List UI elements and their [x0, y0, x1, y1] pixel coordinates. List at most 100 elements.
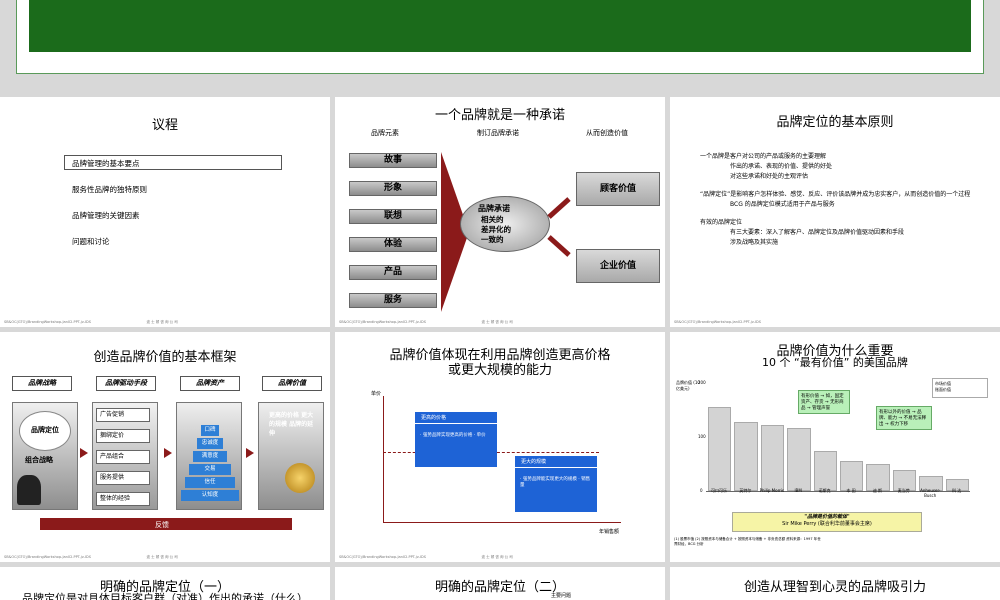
tangible-callout: 有形价值 → 如，固定资产、存货 → 无形商品 → 管理声誉 — [798, 390, 850, 414]
slide-value-framework[interactable]: 创造品牌价值的基本框架 品牌战略 品牌驱动手段 品牌资产 品牌价值 品牌定位 组… — [0, 332, 330, 562]
arrow-icon — [246, 448, 254, 458]
box-head: 更高的价格 — [415, 412, 497, 424]
x-axis-label: 年销售额 — [599, 529, 620, 535]
slide-agenda[interactable]: 议程 品牌管理的基本要点 服务性品牌的独特原则 品牌管理的关键因素 问题和讨论 … — [0, 97, 330, 327]
sub-label: 主要问题 — [551, 593, 572, 599]
slide-title: 议程 — [151, 118, 178, 133]
driver-item: 广告促销 — [96, 408, 150, 422]
chart-bar — [734, 422, 758, 491]
footer: SB&OC(GTO)/BrandingWorkshop-Jan02.PPT-jv… — [339, 320, 513, 324]
col-head: 品牌元素 — [371, 129, 399, 137]
agenda-item: 品牌管理的基本要点 — [72, 159, 140, 168]
bullet: 作出的承诺、表现的价值、提供的好处 — [730, 163, 833, 170]
slide-title: 一个品牌就是一种承诺 — [434, 108, 565, 123]
col-head: 制订品牌承诺 — [477, 129, 519, 137]
slide-brand-value-chart[interactable]: 品牌价值为什么重要 10 个 “最有价值” 的美国品牌 品牌价值 (10 亿美元… — [670, 332, 1000, 562]
element-box: 服务 — [349, 293, 437, 308]
higher-price-box: 更高的价格 · 强势品牌实现更高的价格 · 单价 — [415, 412, 497, 467]
driver-item: 服务提供 — [96, 471, 150, 485]
arrow-icon — [80, 448, 88, 458]
enterprise-value-box: 企业价值 — [576, 249, 660, 283]
element-box: 联想 — [349, 209, 437, 224]
footer: SB&OC(GTO)/BrandingWorkshop-Jan02.PPT-jv… — [339, 555, 513, 559]
cloud: 品牌定位 — [19, 411, 71, 451]
chart-bar — [813, 450, 837, 491]
quote-by: Sir Mike Perry (联合利华前董事会主席) — [782, 521, 872, 527]
slide-subtitle: 品牌定位是对具体目标客户群（对准）作出的承诺（什么） — [22, 592, 308, 600]
slide-positioning-principles[interactable]: 品牌定位的基本原则 一个品牌是客户对公司的产品或服务的主要理解 作出的承诺、表现… — [670, 97, 1000, 327]
pyramid-level: 认知度 — [181, 490, 239, 501]
tick-label: 0 — [700, 488, 703, 493]
bullet: BCG 的品牌定位模式适用于产品与服务 — [730, 201, 835, 208]
bullet: 有三大要素：深入了解客户、品牌定位及品牌价值驱动因素和手段 — [730, 229, 905, 236]
box-head: 更大的规模 — [515, 456, 597, 468]
footer: SB&OC(GTO)/BrandingWorkshop-Jan02.PPT-jv… — [4, 555, 178, 559]
text-block: 一个品牌是客户对公司的产品或服务的主要理解 作出的承诺、表现的价值、提供的好处 … — [700, 152, 990, 248]
value-text: 更高的价格 更大的规模 品牌的延伸 — [269, 412, 314, 437]
agenda-item: 品牌管理的关键因素 — [72, 211, 140, 220]
assets-panel: 口碑 忠诚度 满意度 交易 信任 认知度 — [176, 402, 242, 510]
tick-label: 100 — [698, 434, 706, 439]
oval-item: 一致的 — [481, 235, 504, 244]
oval-title: 品牌承诺 — [478, 204, 510, 213]
tick-label: 200 — [698, 380, 706, 385]
pyramid-level: 忠诚度 — [197, 438, 223, 449]
slide-title: 明确的品牌定位（二） — [434, 580, 565, 595]
bullet: 涉及战略及其实施 — [730, 239, 779, 246]
bullet: 对这些承诺和好处的主观评估 — [730, 173, 809, 180]
slide-title: 创造品牌价值的基本框架 — [93, 350, 237, 365]
value-panel: 更高的价格 更大的规模 品牌的延伸 — [258, 402, 324, 510]
box-text: · 强势品牌能实现更大的规模 · 销售量 — [520, 477, 591, 488]
y-axis — [383, 396, 384, 522]
strategy-panel: 品牌定位 组合战略 — [12, 402, 78, 510]
value-arrows — [547, 197, 571, 257]
driver-item: 捆绑定价 — [96, 429, 150, 443]
slide-title: 品牌定位的基本原则 — [776, 115, 894, 130]
driver-item: 产品组合 — [96, 450, 150, 464]
head-drivers: 品牌驱动手段 — [96, 376, 156, 391]
slide-brand-promise[interactable]: 一个品牌就是一种承诺 品牌元素 制订品牌承诺 从而创造价值 故事 形象 联想 体… — [335, 97, 665, 327]
pyramid-level: 口碑 — [201, 425, 219, 436]
pyramid-level: 满意度 — [193, 451, 227, 462]
slide-brand-appeal[interactable]: 创造从理智到心灵的品牌吸引力 — [670, 567, 1000, 600]
slide-price-scale[interactable]: 品牌价值体现在利用品牌创造更高价格 或更大规模的能力 单价 年销售额 更高的价格… — [335, 332, 665, 562]
agenda-item: 服务性品牌的独特原则 — [72, 185, 147, 194]
col-head: 从而创造价值 — [586, 129, 628, 137]
para: 一个品牌是客户对公司的产品或服务的主要理解 — [700, 153, 827, 160]
note: (1) 股票市值 (2) 按照资本与储备合计 + 按照资本与储备 + 非负债总额… — [674, 537, 821, 546]
element-box: 形象 — [349, 181, 437, 196]
category-label: 科 达 — [951, 488, 962, 493]
pyramid-level: 信任 — [185, 477, 235, 488]
box-text: · 强势品牌实现更高的价格 · 单价 — [420, 433, 486, 438]
element-box: 体验 — [349, 237, 437, 252]
thinker-icon — [17, 475, 41, 505]
slide-positioning-1[interactable]: 明确的品牌定位（一） 品牌定位是对具体目标客户群（对准）作出的承诺（什么） — [0, 567, 330, 600]
chart-bar — [708, 407, 732, 491]
head-assets: 品牌资产 — [180, 376, 240, 391]
slide-subtitle: 或更大规模的能力 — [447, 363, 552, 378]
para: “品牌定位”是影响客户怎样体验、感觉、反应、评价该品牌并成为忠实客户，从而创造价… — [700, 191, 971, 198]
arrow-icon — [164, 448, 172, 458]
element-box: 产品 — [349, 265, 437, 280]
quote-box: "品牌是价值的载体" Sir Mike Perry (联合利华前董事会主席) — [732, 512, 922, 532]
footer: SB&OC(GTO)/BrandingWorkshop-Jan02.PPT-jv… — [674, 320, 761, 324]
x-axis — [383, 522, 621, 523]
element-box: 故事 — [349, 153, 437, 168]
pyramid-level: 交易 — [189, 464, 231, 475]
head-strategy: 品牌战略 — [12, 376, 72, 391]
intangible-callout: 有形以外的价值 → 品牌、能力 → 不易无法释出 → 权力下移 — [876, 406, 932, 430]
title-slide[interactable] — [16, 0, 984, 74]
chart-bar — [866, 464, 890, 491]
agenda-item: 问题和讨论 — [72, 237, 110, 246]
y-axis-label: 单价 — [371, 391, 382, 397]
para: 有效的品牌定位 — [700, 219, 743, 226]
slide-positioning-2[interactable]: 明确的品牌定位（二） 主要问题 — [335, 567, 665, 600]
combo-label: 组合战略 — [25, 456, 53, 464]
coins-icon — [285, 463, 315, 493]
larger-scale-box: 更大的规模 · 强势品牌能实现更大的规模 · 销售量 — [515, 456, 597, 512]
head-value: 品牌价值 — [262, 376, 322, 391]
customer-value-box: 顾客价值 — [576, 172, 660, 206]
chart-bar — [787, 428, 811, 491]
footer: SB&OC(GTO)/BrandingWorkshop-Jan02.PPT-jv… — [4, 320, 178, 324]
chart-bar — [840, 460, 864, 491]
